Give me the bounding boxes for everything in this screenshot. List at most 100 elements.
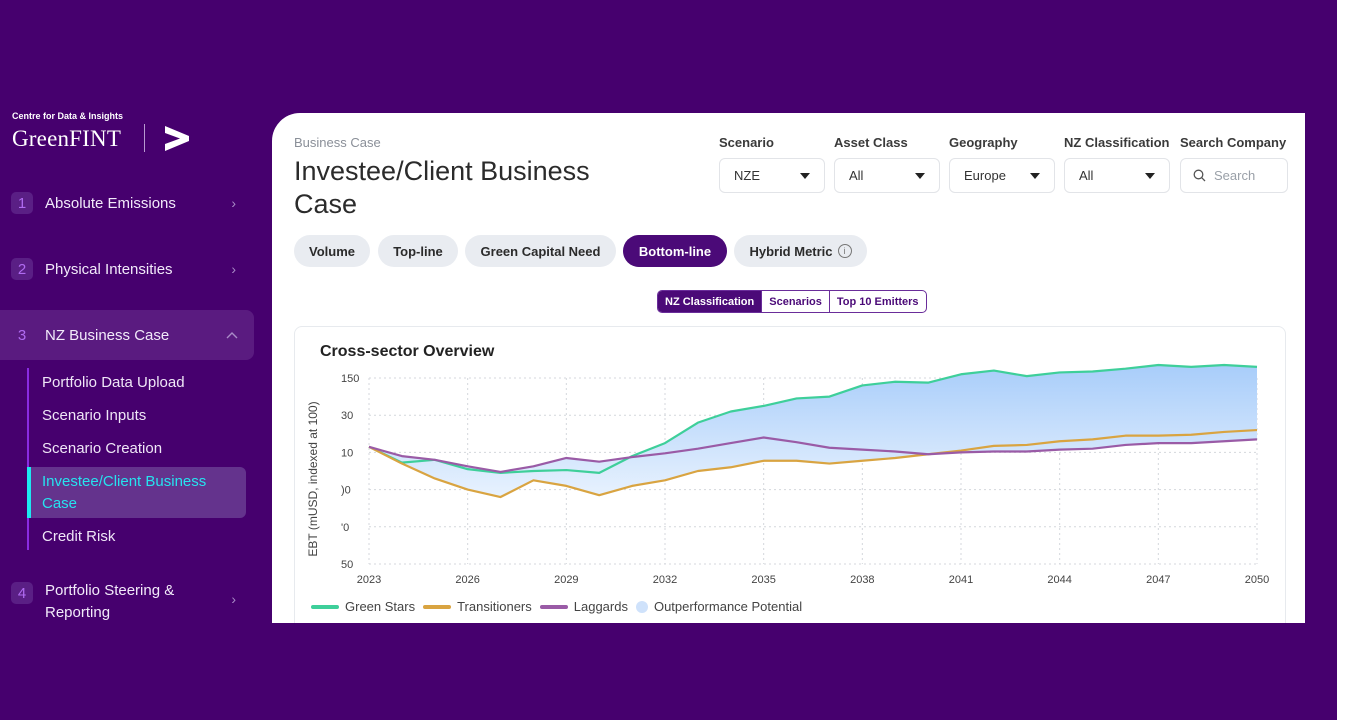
legend-label: Green Stars <box>345 599 416 614</box>
asset-class-select[interactable]: All <box>834 158 940 193</box>
nav-number: 3 <box>17 326 27 344</box>
y-tick-label: 50 <box>341 559 353 571</box>
nav-label: Portfolio Steering & Reporting <box>45 582 175 621</box>
x-tick-label: 2035 <box>751 574 775 586</box>
nz-classification-filter: NZ Classification All <box>1064 135 1170 193</box>
caret-down-icon <box>800 172 810 179</box>
tab-label: Volume <box>309 243 355 259</box>
search-icon <box>1193 169 1206 182</box>
chart-card: Cross-sector Overview 2023 2026 2029 2032 20… <box>294 326 1286 623</box>
legend-swatch <box>539 604 568 609</box>
tab-label: Green Capital Need <box>480 243 601 259</box>
nz-classification-select[interactable]: All <box>1064 158 1170 193</box>
select-value: All <box>1079 168 1094 183</box>
chart-legend: Green Stars Transitioners Laggards Outpe… <box>311 599 810 614</box>
sidebar-subitem-portfolio-data-upload[interactable]: Portfolio Data Upload <box>42 374 185 391</box>
caret-down-icon <box>915 172 925 179</box>
tab-top-line[interactable]: Top-line <box>378 235 458 267</box>
line-chart: 2023 2026 2029 2032 2035 2038 2041 2044 2047 2050… <box>306 363 1269 586</box>
sidebar-item-absolute-emissions[interactable]: 1 Absolute Emissions › <box>0 191 254 215</box>
legend-label: Transitioners <box>457 599 532 614</box>
asset-class-filter: Asset Class All <box>834 135 940 193</box>
legend-label: Outperformance Potential <box>653 599 803 614</box>
legend-swatch <box>423 604 452 609</box>
chevron-right-icon: › <box>231 261 236 277</box>
tab-label: Hybrid Metric <box>749 243 833 259</box>
tab-label: Bottom-line <box>638 243 712 259</box>
filter-label: Scenario <box>719 135 774 150</box>
geography-filter: Geography Europe <box>949 135 1055 193</box>
nav-number: 4 <box>11 582 33 604</box>
nav-label: Absolute Emissions <box>45 194 176 212</box>
search-input[interactable]: Search <box>1180 158 1288 193</box>
filter-label: NZ Classification <box>1064 135 1170 150</box>
legend-swatch <box>635 600 648 613</box>
y-tick-label: 10 <box>341 447 353 459</box>
scenario-filter: Scenario NZE <box>719 135 825 193</box>
legend-item-outperformance-potential[interactable]: Outperformance Potential <box>635 599 803 614</box>
sidebar-subitem-credit-risk[interactable]: Credit Risk <box>42 528 115 545</box>
y-tick-label: 150 <box>341 373 359 385</box>
x-tick-label: 2044 <box>1047 574 1071 586</box>
page-title: Investee/Client Business Case <box>294 156 590 219</box>
caret-down-icon <box>1145 172 1155 179</box>
nav-label: NZ Business Case <box>45 326 170 344</box>
chevron-right-icon: › <box>231 195 236 211</box>
brand-subtitle: Centre for Data & Insights <box>12 111 124 121</box>
x-tick-label: 2047 <box>1146 574 1170 586</box>
caret-down-icon <box>1030 172 1040 179</box>
legend-item-transitioners[interactable]: Transitioners <box>423 599 532 614</box>
tab-volume[interactable]: Volume <box>294 235 370 267</box>
legend-swatch <box>311 604 339 609</box>
main-content-card: Business Case Investee/Client Business C… <box>272 113 1305 623</box>
y-tick-label: 30 <box>341 410 353 422</box>
select-value: Europe <box>964 168 1006 183</box>
sidebar-item-portfolio-steering[interactable]: 4 Portfolio Steering & Reporting › <box>0 580 254 624</box>
x-tick-label: 2038 <box>850 574 874 586</box>
tab-label: Top-line <box>393 243 443 259</box>
sidebar-item-physical-intensities[interactable]: 2 Physical Intensities › <box>0 257 254 281</box>
y-tick-label: )0 <box>341 485 351 497</box>
sidebar-subitem-scenario-inputs[interactable]: Scenario Inputs <box>42 407 146 424</box>
filter-label: Asset Class <box>834 135 908 150</box>
chevron-right-icon: › <box>231 591 236 607</box>
filter-label: Geography <box>949 135 1018 150</box>
x-tick-label: 2050 <box>1245 574 1269 586</box>
tab-green-capital-need[interactable]: Green Capital Need <box>465 235 616 267</box>
info-icon[interactable]: i <box>837 244 852 258</box>
filter-label: Search Company <box>1180 135 1287 150</box>
tab-hybrid-metric[interactable]: Hybrid Metric i <box>734 235 867 267</box>
sidebar-subitem-scenario-creation[interactable]: Scenario Creation <box>42 440 162 457</box>
brand-divider <box>144 124 145 152</box>
select-value: All <box>849 168 864 183</box>
x-tick-label: 2029 <box>554 574 578 586</box>
nav-number: 2 <box>11 258 33 280</box>
brand-name: GreenFINT <box>12 126 122 151</box>
view-tab-scenarios[interactable]: Scenarios <box>761 291 829 312</box>
nav-number: 1 <box>11 192 33 214</box>
x-tick-label: 2026 <box>455 574 479 586</box>
chevron-right-logo-icon <box>165 126 189 151</box>
tab-bottom-line[interactable]: Bottom-line <box>623 235 727 267</box>
x-tick-label: 2032 <box>653 574 677 586</box>
nav-label: Physical Intensities <box>45 260 173 278</box>
x-tick-label: 2041 <box>949 574 973 586</box>
select-value: NZE <box>734 168 760 183</box>
scenario-select[interactable]: NZE <box>719 158 825 193</box>
legend-item-laggards[interactable]: Laggards <box>539 599 628 614</box>
search-placeholder: Search <box>1214 168 1256 183</box>
chevron-up-icon <box>226 332 238 339</box>
view-tab-top-10-emitters[interactable]: Top 10 Emitters <box>828 291 926 312</box>
legend-item-green-stars[interactable]: Green Stars <box>311 599 415 614</box>
geography-select[interactable]: Europe <box>949 158 1055 193</box>
view-segmented-control: NZ Classification Scenarios Top 10 Emitt… <box>657 290 927 313</box>
y-axis-label: EBT (mUSD, indexed at 100) <box>306 401 320 556</box>
legend-label: Laggards <box>573 599 628 614</box>
sidebar-item-nz-business-case[interactable]: 3 NZ Business Case <box>0 310 254 360</box>
view-tab-nz-classification[interactable]: NZ Classification <box>658 291 762 312</box>
breadcrumb[interactable]: Business Case <box>294 135 381 150</box>
outperformance-area <box>369 364 1257 498</box>
x-tick-label: 2023 <box>357 574 381 586</box>
search-company-filter: Search Company Search <box>1180 135 1288 193</box>
sidebar-subitem-investee-client-business-case[interactable]: Investee/Client Business Case <box>42 471 242 515</box>
